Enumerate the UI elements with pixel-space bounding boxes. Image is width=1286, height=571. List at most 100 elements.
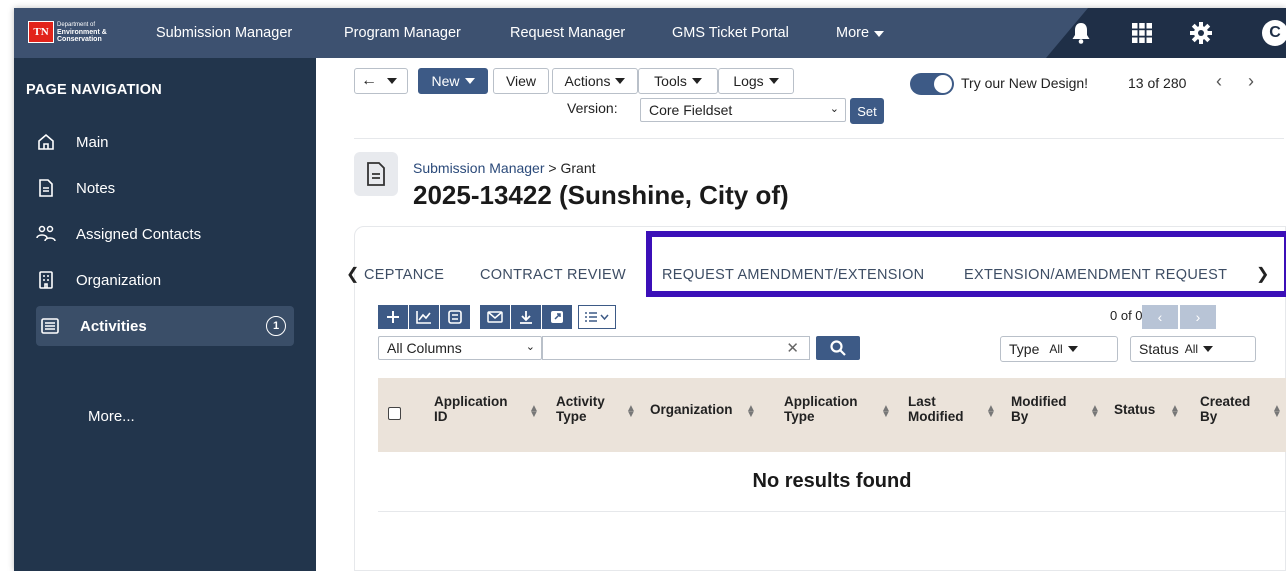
type-filter-label: Type bbox=[1009, 341, 1040, 357]
sort-icon[interactable]: ▲ ▼ bbox=[1170, 404, 1180, 420]
main-content: ← New View Actions Tools Logs Version: C… bbox=[316, 58, 1286, 571]
chevron-down-icon: ⌄ bbox=[525, 341, 535, 353]
new-button[interactable]: New bbox=[418, 68, 488, 94]
breadcrumb-current: Grant bbox=[560, 160, 596, 176]
column-header-last-modified[interactable]: Last Modified bbox=[908, 394, 964, 424]
add-icon[interactable] bbox=[378, 305, 408, 329]
highlight-box bbox=[646, 231, 1286, 297]
document-icon bbox=[354, 152, 398, 196]
sort-icon[interactable]: ▲ ▼ bbox=[986, 404, 996, 420]
column-header-line2: By bbox=[1011, 409, 1029, 424]
column-header-application-id[interactable]: Application ID bbox=[434, 394, 508, 424]
calculator-icon[interactable] bbox=[440, 305, 470, 329]
search-icon bbox=[830, 340, 846, 356]
sidebar-item-main[interactable]: Main bbox=[36, 122, 292, 162]
column-chooser-icon[interactable] bbox=[578, 305, 616, 329]
sort-icon[interactable]: ▲ ▼ bbox=[1272, 404, 1282, 420]
sidebar-item-organization[interactable]: Organization bbox=[36, 260, 292, 300]
user-avatar[interactable]: C bbox=[1262, 20, 1286, 46]
select-all-checkbox[interactable] bbox=[388, 407, 401, 420]
grid-icon[interactable] bbox=[1129, 20, 1155, 46]
breadcrumb: Submission Manager > Grant bbox=[413, 160, 596, 176]
column-header-activity-type[interactable]: Activity Type bbox=[556, 394, 605, 424]
logo-line1: Department of bbox=[57, 21, 96, 28]
column-header-line2: By bbox=[1200, 409, 1218, 424]
sidebar-item-notes[interactable]: Notes bbox=[36, 168, 292, 208]
empty-results-message: No results found bbox=[378, 452, 1286, 512]
column-header-status[interactable]: Status bbox=[1114, 402, 1155, 417]
logo-line3: Conservation bbox=[57, 35, 102, 43]
column-header-application-type[interactable]: Application Type bbox=[784, 394, 858, 424]
tdec-logo[interactable]: TN Department of Environment & Conservat… bbox=[28, 18, 130, 46]
column-header-line1: Activity bbox=[556, 394, 605, 409]
nav-program-manager[interactable]: Program Manager bbox=[344, 8, 461, 58]
grid-prev-page-icon[interactable]: ‹ bbox=[1142, 305, 1178, 329]
sidebar-item-label: Assigned Contacts bbox=[76, 225, 202, 243]
version-select[interactable]: Core Fieldset ⌄ bbox=[640, 98, 846, 122]
sidebar-item-label: Main bbox=[76, 133, 109, 151]
new-design-toggle[interactable] bbox=[910, 73, 954, 95]
sidebar-item-label: Organization bbox=[76, 271, 162, 289]
tools-menu[interactable]: Tools bbox=[638, 68, 718, 94]
sort-icon[interactable]: ▲ ▼ bbox=[746, 404, 756, 420]
sort-icon[interactable]: ▲ ▼ bbox=[626, 404, 636, 420]
search-button[interactable] bbox=[816, 336, 860, 360]
tools-label: Tools bbox=[654, 73, 687, 89]
nav-submission-manager[interactable]: Submission Manager bbox=[156, 8, 292, 58]
sort-icon[interactable]: ▲ ▼ bbox=[881, 404, 891, 420]
prev-record-icon[interactable]: ‹ bbox=[1216, 71, 1222, 92]
status-filter-value: All bbox=[1184, 342, 1199, 356]
actions-menu[interactable]: Actions bbox=[552, 68, 638, 94]
search-column-select[interactable]: All Columns ⌄ bbox=[378, 336, 542, 360]
tab-acceptance[interactable]: CEPTANCE bbox=[364, 258, 444, 292]
column-header-organization[interactable]: Organization bbox=[650, 402, 733, 417]
version-label: Version: bbox=[567, 100, 618, 116]
set-version-button[interactable]: Set bbox=[850, 98, 884, 124]
sidebar-item-activities[interactable]: Activities 1 bbox=[36, 306, 294, 346]
nav-request-manager[interactable]: Request Manager bbox=[510, 8, 625, 58]
column-header-line2: ID bbox=[434, 409, 448, 424]
back-button[interactable]: ← bbox=[354, 68, 408, 94]
status-filter[interactable]: Status All bbox=[1130, 336, 1256, 362]
tabs-scroll-left-icon[interactable]: ❮ bbox=[346, 258, 359, 292]
chart-icon[interactable] bbox=[409, 305, 439, 329]
breadcrumb-parent-link[interactable]: Submission Manager bbox=[413, 160, 545, 176]
clear-search-icon[interactable]: ✕ bbox=[786, 339, 799, 357]
bell-icon[interactable] bbox=[1068, 20, 1094, 46]
note-icon bbox=[36, 178, 56, 198]
back-arrow-icon: ← bbox=[361, 72, 377, 89]
nav-gms-ticket-portal[interactable]: GMS Ticket Portal bbox=[672, 8, 789, 58]
next-record-icon[interactable]: › bbox=[1248, 71, 1254, 92]
version-value: Core Fieldset bbox=[649, 102, 733, 118]
email-icon[interactable] bbox=[480, 305, 510, 329]
sort-icon[interactable]: ▲ ▼ bbox=[1090, 404, 1100, 420]
type-filter-value: All bbox=[1049, 342, 1063, 356]
column-header-line1: Application bbox=[784, 394, 858, 409]
type-filter[interactable]: Type All bbox=[1000, 336, 1118, 362]
column-header-line2: Modified bbox=[908, 409, 964, 424]
activities-table-header: Application ID ▲ ▼ Activity Type ▲ ▼ Organiz… bbox=[378, 378, 1286, 452]
nav-more-label: More bbox=[836, 25, 870, 41]
chevron-down-icon bbox=[691, 78, 702, 84]
top-navbar: TN Department of Environment & Conservat… bbox=[14, 8, 1286, 58]
grid-next-page-icon[interactable]: › bbox=[1180, 305, 1216, 329]
chevron-down-icon bbox=[387, 78, 397, 84]
nav-more-menu[interactable]: More bbox=[836, 8, 885, 58]
grid-search-input[interactable]: ✕ bbox=[542, 336, 810, 360]
tab-contract-review[interactable]: CONTRACT REVIEW bbox=[480, 258, 626, 292]
chevron-down-icon bbox=[768, 78, 779, 84]
download-icon[interactable] bbox=[511, 305, 541, 329]
logo-dept-text: Department of Environment & Conservation bbox=[57, 22, 117, 43]
search-column-value: All Columns bbox=[387, 340, 462, 356]
column-header-created-by[interactable]: Created By bbox=[1200, 394, 1250, 424]
column-header-modified-by[interactable]: Modified By bbox=[1011, 394, 1067, 424]
sidebar-more-link[interactable]: More... bbox=[88, 408, 135, 425]
sort-icon[interactable]: ▲ ▼ bbox=[529, 404, 539, 420]
open-external-icon[interactable] bbox=[542, 305, 572, 329]
logs-menu[interactable]: Logs bbox=[718, 68, 794, 94]
actions-label: Actions bbox=[564, 73, 611, 89]
view-button[interactable]: View bbox=[493, 68, 549, 94]
sidebar-item-label: Activities bbox=[80, 317, 147, 335]
gear-icon[interactable] bbox=[1188, 20, 1214, 46]
sidebar-item-assigned-contacts[interactable]: Assigned Contacts bbox=[36, 214, 292, 254]
